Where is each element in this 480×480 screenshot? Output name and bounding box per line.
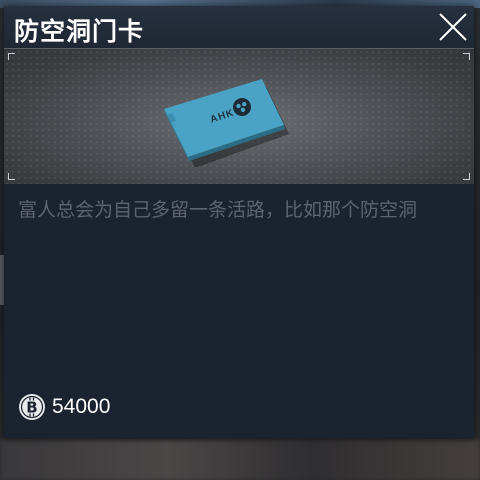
close-icon bbox=[439, 13, 467, 41]
item-detail-dialog: 防空洞门卡 AHK 富人总会为自己多留一条活路，比如那个防空洞 B 54000 bbox=[4, 6, 474, 438]
dialog-title: 防空洞门卡 bbox=[14, 17, 145, 46]
keycard-image bbox=[164, 79, 289, 167]
close-button[interactable] bbox=[436, 10, 470, 44]
svg-text:B: B bbox=[26, 399, 37, 417]
item-description: 富人总会为自己多留一条活路，比如那个防空洞 bbox=[18, 199, 418, 221]
corner-mark-bottom-left bbox=[8, 173, 15, 180]
bitcoin-coin-icon: B bbox=[19, 394, 45, 420]
corner-mark-bottom-right bbox=[463, 173, 470, 180]
price-row: B 54000 bbox=[18, 390, 110, 424]
corner-mark-top-right bbox=[463, 53, 470, 60]
dialog-title-bar: 防空洞门卡 bbox=[4, 6, 474, 48]
item-showcase: AHK bbox=[4, 48, 474, 184]
background-bottom-scene bbox=[0, 440, 480, 480]
price-amount: 54000 bbox=[52, 395, 111, 418]
corner-mark-top-left bbox=[8, 53, 15, 60]
